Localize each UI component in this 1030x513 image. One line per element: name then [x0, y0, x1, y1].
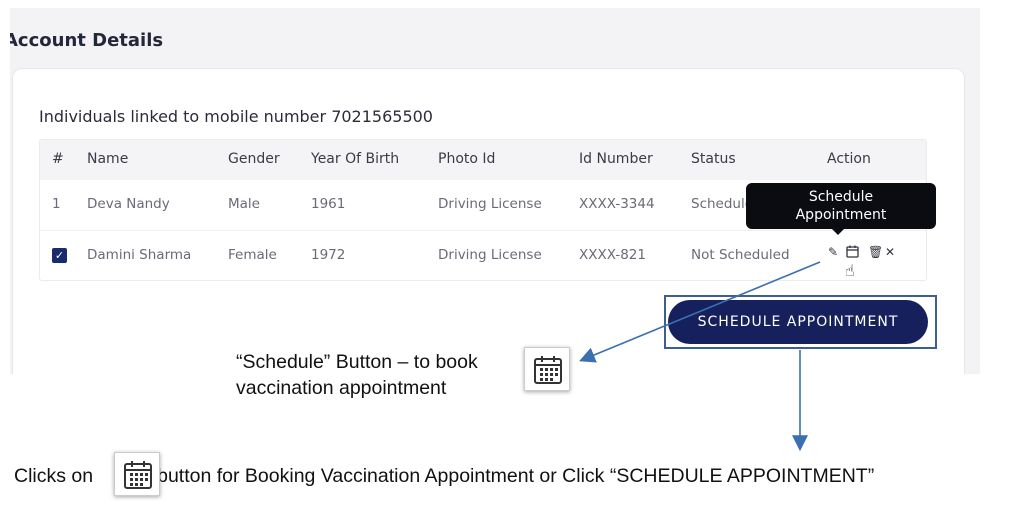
arrow-to-schedule-icon [579, 261, 821, 363]
annotation-arrows [579, 261, 821, 452]
